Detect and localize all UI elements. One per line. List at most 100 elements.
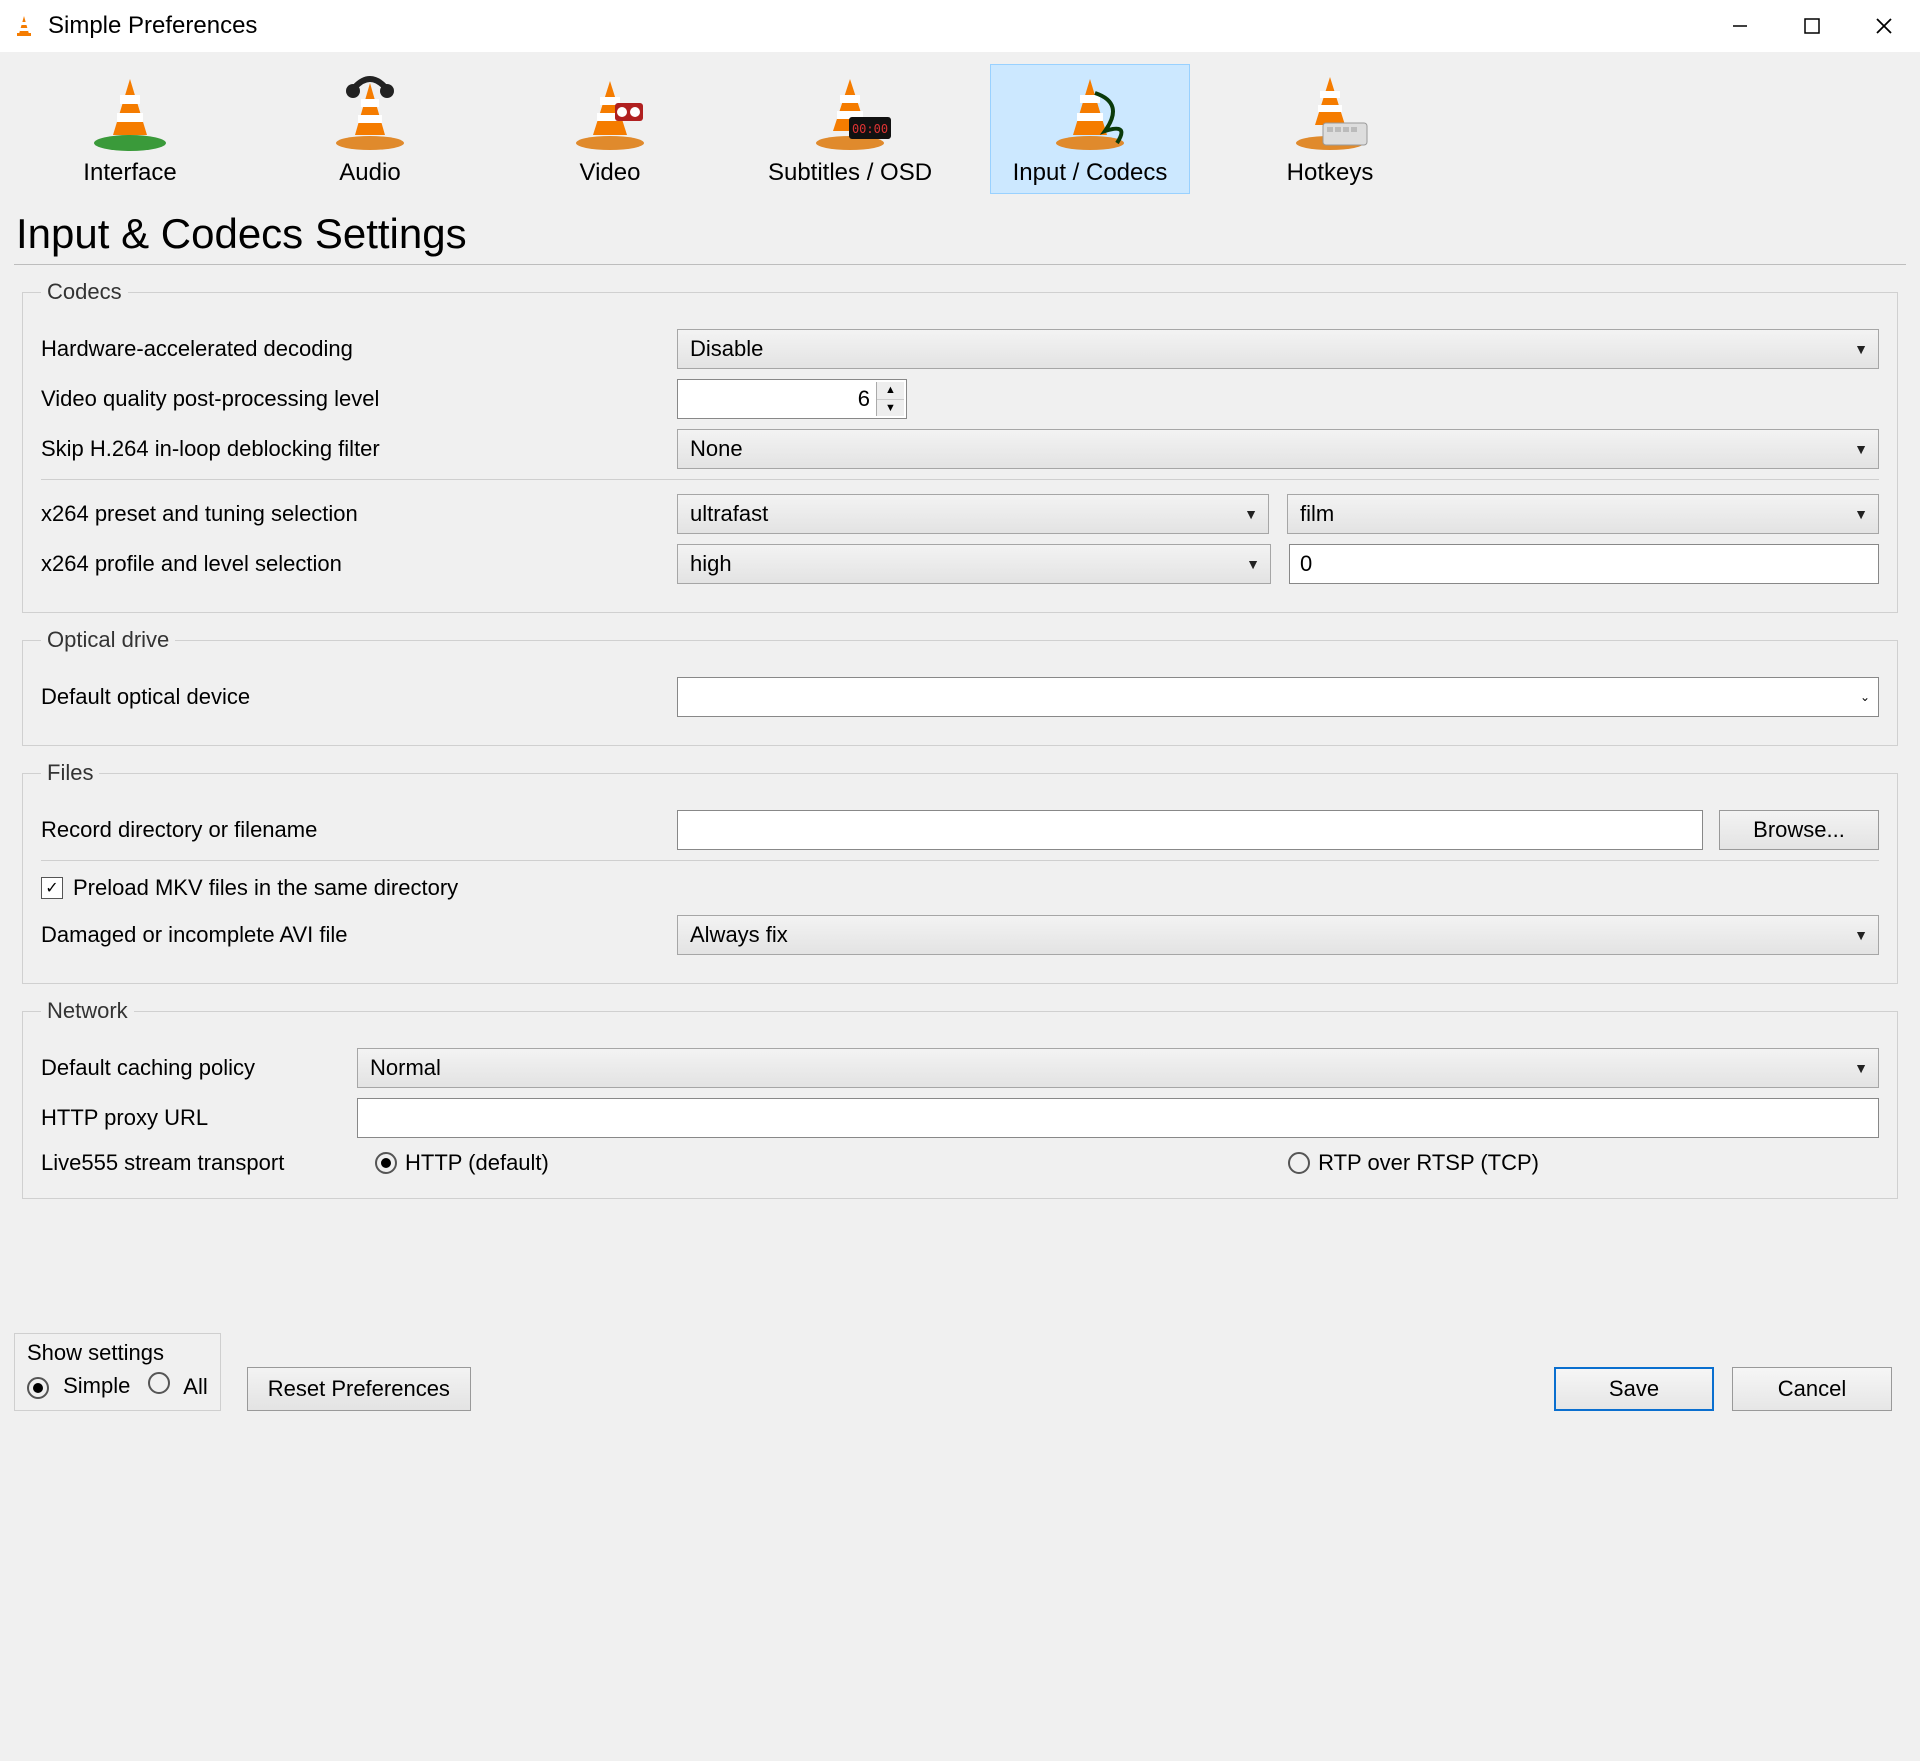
x264-preset-label: x264 preset and tuning selection [41,501,661,527]
radio-icon [148,1372,170,1394]
skip-h264-label: Skip H.264 in-loop deblocking filter [41,436,661,462]
page-title: Input & Codecs Settings [0,202,1920,264]
minimize-button[interactable] [1704,0,1776,52]
combo-value: Disable [690,336,763,362]
radio-label: Simple [63,1373,130,1398]
record-label: Record directory or filename [41,817,661,843]
show-settings-label: Show settings [27,1340,208,1366]
postproc-spinbox[interactable]: 6 ▲ ▼ [677,379,907,419]
chevron-down-icon: ▼ [1244,506,1258,522]
files-legend: Files [41,760,99,786]
tab-label: Audio [339,159,400,187]
x264-preset-combo[interactable]: ultrafast ▼ [677,494,1269,534]
proxy-input[interactable] [357,1098,1879,1138]
radio-icon [1288,1152,1310,1174]
chevron-down-icon: ▼ [1854,1060,1868,1076]
button-label: Reset Preferences [268,1376,450,1402]
hw-decoding-combo[interactable]: Disable ▼ [677,329,1879,369]
radio-label: All [183,1374,207,1399]
tab-input-codecs[interactable]: Input / Codecs [990,64,1190,194]
tab-label: Video [580,159,641,187]
network-legend: Network [41,998,134,1024]
radio-icon [375,1152,397,1174]
chevron-down-icon: ▼ [1246,556,1260,572]
tab-label: Interface [83,159,176,187]
interface-icon [85,73,175,153]
footer: Show settings Simple All Reset Prefer [0,1323,1920,1423]
preload-mkv-label: Preload MKV files in the same directory [73,875,458,901]
codecs-legend: Codecs [41,279,128,305]
spinbox-value: 6 [858,386,870,412]
hotkeys-icon [1285,73,1375,153]
avi-label: Damaged or incomplete AVI file [41,922,661,948]
network-group: Network Default caching policy Normal ▼ … [22,998,1898,1199]
radio-label: RTP over RTSP (TCP) [1318,1150,1539,1176]
subtitles-icon: 00:00 [805,73,895,153]
postproc-label: Video quality post-processing level [41,386,661,412]
x264-tuning-combo[interactable]: film ▼ [1287,494,1879,534]
tab-subtitles[interactable]: 00:00 Subtitles / OSD [750,64,950,194]
preload-mkv-checkbox[interactable]: ✓ [41,877,63,899]
avi-combo[interactable]: Always fix ▼ [677,915,1879,955]
live555-label: Live555 stream transport [41,1150,361,1176]
button-label: Browse... [1753,817,1845,843]
window-title: Simple Preferences [48,12,257,40]
combo-value: Always fix [690,922,788,948]
spin-up-icon[interactable]: ▲ [877,382,904,400]
maximize-button[interactable] [1776,0,1848,52]
cancel-button[interactable]: Cancel [1732,1367,1892,1411]
radio-label: HTTP (default) [405,1150,549,1176]
audio-icon [325,73,415,153]
optical-device-combo[interactable]: ⌄ [677,677,1879,717]
tab-video[interactable]: Video [510,64,710,194]
chevron-down-icon: ⌄ [1860,690,1870,704]
button-label: Save [1609,1376,1659,1402]
x264-profile-combo[interactable]: high ▼ [677,544,1271,584]
chevron-down-icon: ▼ [1854,506,1868,522]
optical-legend: Optical drive [41,627,175,653]
tab-label: Hotkeys [1287,159,1374,187]
tab-audio[interactable]: Audio [270,64,470,194]
vlc-app-icon [12,14,36,38]
svg-text:00:00: 00:00 [852,122,888,136]
titlebar: Simple Preferences [0,0,1920,52]
show-settings-group: Show settings Simple All [14,1333,221,1411]
separator [14,264,1906,265]
combo-value: Normal [370,1055,441,1081]
radio-simple[interactable]: Simple [27,1373,130,1399]
tab-interface[interactable]: Interface [30,64,230,194]
chevron-down-icon: ▼ [1854,441,1868,457]
codecs-group: Codecs Hardware-accelerated decoding Dis… [22,279,1898,613]
optical-device-label: Default optical device [41,684,661,710]
combo-value: high [690,551,732,577]
caching-label: Default caching policy [41,1055,341,1081]
radio-rtp[interactable]: RTP over RTSP (TCP) [1288,1150,1539,1176]
radio-icon [27,1377,49,1399]
combo-value: ultrafast [690,501,768,527]
save-button[interactable]: Save [1554,1367,1714,1411]
radio-http[interactable]: HTTP (default) [375,1150,549,1176]
tab-label: Input / Codecs [1013,159,1168,187]
browse-button[interactable]: Browse... [1719,810,1879,850]
combo-value: None [690,436,743,462]
caching-combo[interactable]: Normal ▼ [357,1048,1879,1088]
radio-all[interactable]: All [148,1372,207,1400]
tab-hotkeys[interactable]: Hotkeys [1230,64,1430,194]
spin-down-icon[interactable]: ▼ [877,400,904,417]
proxy-label: HTTP proxy URL [41,1105,341,1131]
optical-group: Optical drive Default optical device ⌄ [22,627,1898,746]
video-icon [565,73,655,153]
record-input[interactable] [677,810,1703,850]
x264-profile-label: x264 profile and level selection [41,551,661,577]
skip-h264-combo[interactable]: None ▼ [677,429,1879,469]
category-tabs: Interface Audio Video 00:00 Subtitles / … [0,52,1920,202]
x264-level-input[interactable]: 0 [1289,544,1879,584]
tab-label: Subtitles / OSD [768,159,932,187]
files-group: Files Record directory or filename Brows… [22,760,1898,984]
chevron-down-icon: ▼ [1854,341,1868,357]
reset-preferences-button[interactable]: Reset Preferences [247,1367,471,1411]
separator [41,479,1879,480]
close-button[interactable] [1848,0,1920,52]
input-value: 0 [1300,551,1312,577]
chevron-down-icon: ▼ [1854,927,1868,943]
